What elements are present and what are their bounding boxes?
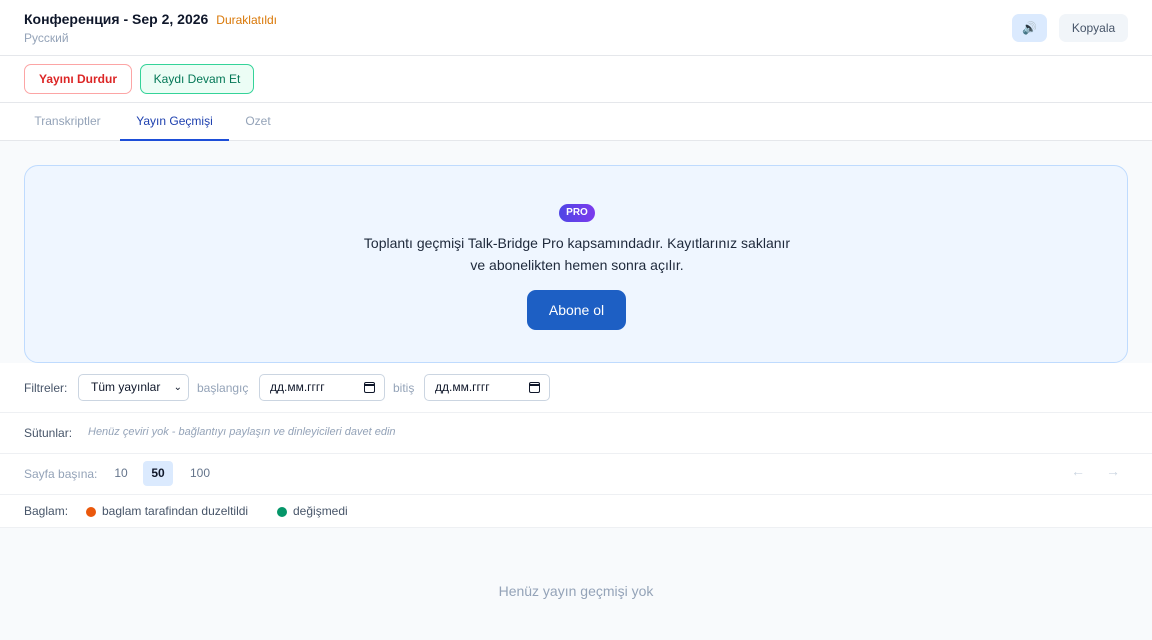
pro-message-line1: Toplantı geçmişi Talk-Bridge Pro kapsamı… [363,235,791,251]
page-title: Конференция - Sep 2, 2026 [24,11,209,27]
speaker-icon: 🔊 [1022,21,1037,35]
paging-row: Sayfa başına: 10 50 100 ← → [0,454,1152,495]
stream-filter-value: Tüm yayınlar [91,380,161,394]
prev-page-icon[interactable]: ← [1071,463,1085,479]
next-page-icon[interactable]: → [1106,463,1120,479]
pro-message: Toplantı geçmişi Talk-Bridge Pro kapsamı… [277,232,877,276]
subscribe-button[interactable]: Abone ol [527,290,626,330]
filters-row: Filtreler: Tüm yayınlar ⌄ başlangıç дд.м… [0,363,1152,413]
tab-summary[interactable]: Ozet [233,103,283,141]
chevron-down-icon: ⌄ [173,382,182,393]
pro-message-line2: ve abonelikten hemen sonra açılır. [470,257,684,273]
calendar-icon[interactable] [529,382,540,393]
per-page-option-10[interactable]: 10 [108,461,134,486]
filters-label: Filtreler: [24,381,68,395]
legend-corrected-label: baglam tarafindan duzeltildi [102,504,249,518]
tab-bar: Transkriptler Yayın Geçmişi Ozet [0,103,1152,141]
pro-badge: PRO [559,204,595,222]
pro-upsell-card: PRO Toplantı geçmişi Talk-Bridge Pro kap… [24,165,1128,363]
tab-stream-history[interactable]: Yayın Geçmişi [120,103,229,141]
history-empty-state: Henüz yayın geçmişi yok [0,528,1152,640]
start-date-label: başlangıç [197,381,249,395]
per-page-option-50[interactable]: 50 [143,461,173,486]
columns-row: Sütunlar: Henüz çeviri yok - bağlantıyı … [0,413,1152,454]
title-row: Конференция - Sep 2, 2026 Duraklatıldı [24,11,277,27]
calendar-icon[interactable] [364,382,375,393]
header: Конференция - Sep 2, 2026 Duraklatıldı Р… [0,0,1152,56]
per-page-label: Sayfa başına: [24,467,98,481]
per-page-option-100[interactable]: 100 [183,461,217,486]
empty-state-text: Henüz yayın geçmişi yok [498,583,654,599]
status-badge: Duraklatıldı [216,13,277,27]
tab-transcripts[interactable]: Transkriptler [20,103,115,141]
stream-filter-select[interactable]: Tüm yayınlar ⌄ [78,374,189,401]
context-legend-row: Baglam: baglam tarafindan duzeltildi değ… [0,495,1152,528]
end-date-placeholder: дд.мм.гггг [435,380,490,394]
legend-unchanged-label: değişmedi [293,504,348,518]
columns-label: Sütunlar: [24,426,73,440]
copy-button[interactable]: Kopyala [1059,14,1128,42]
start-date-input[interactable]: дд.мм.гггг [259,374,385,401]
action-bar: Yayını Durdur Kaydı Devam Et [0,56,1152,103]
stop-stream-button[interactable]: Yayını Durdur [24,64,132,94]
start-date-placeholder: дд.мм.гггг [270,380,325,394]
end-date-input[interactable]: дд.мм.гггг [424,374,550,401]
language-label: Русский [24,31,69,45]
sound-button[interactable]: 🔊 [1012,14,1047,42]
columns-empty-text: Henüz çeviri yok - bağlantıyı paylaşın v… [88,426,396,438]
context-label: Baglam: [24,504,69,518]
resume-recording-button[interactable]: Kaydı Devam Et [140,64,254,94]
unchanged-dot-icon [277,507,287,517]
end-date-label: bitiş [393,381,415,395]
corrected-dot-icon [86,507,96,517]
